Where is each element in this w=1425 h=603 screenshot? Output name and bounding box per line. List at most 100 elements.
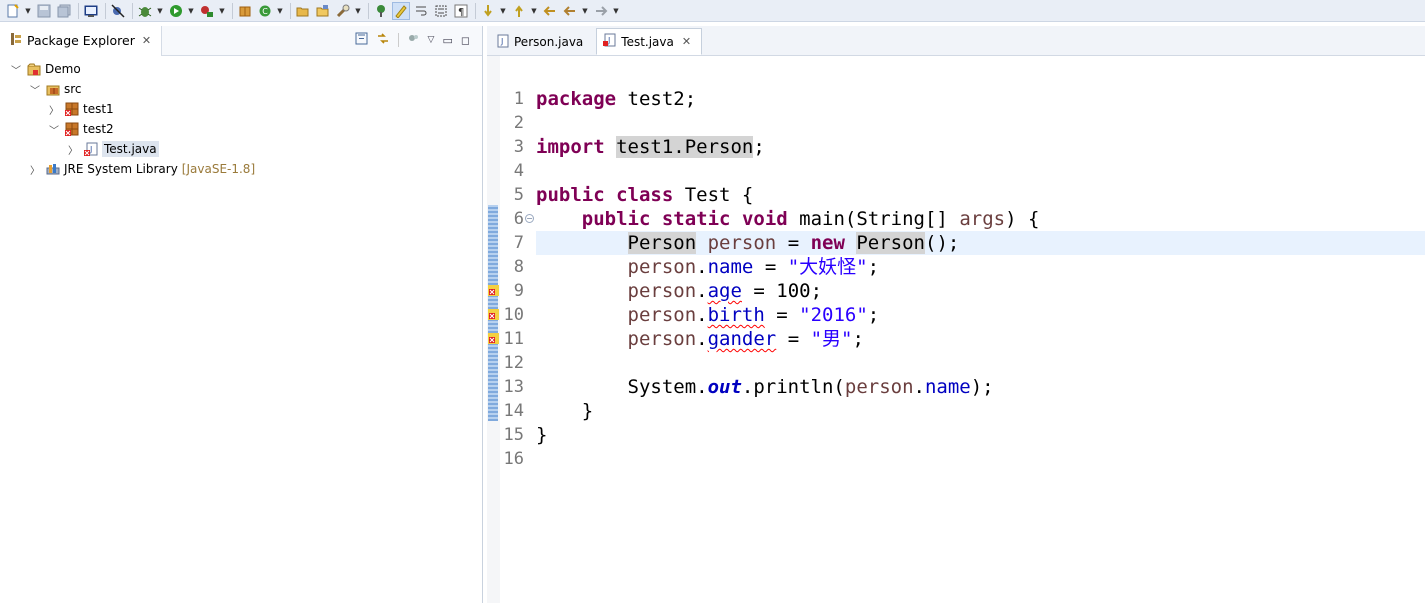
- close-icon[interactable]: ✕: [682, 35, 691, 48]
- terminal-icon[interactable]: [82, 2, 100, 20]
- search-icon[interactable]: [334, 2, 352, 20]
- code-token: .: [696, 328, 708, 350]
- run-icon[interactable]: [167, 2, 185, 20]
- code-line[interactable]: [536, 447, 1425, 471]
- code-line[interactable]: public static void main(String[] args) {: [536, 207, 1425, 231]
- code-token: public: [581, 208, 651, 230]
- line-number: 4: [513, 161, 524, 181]
- code-line[interactable]: person.gander = "男";: [536, 327, 1425, 351]
- collapse-all-icon[interactable]: [355, 32, 368, 48]
- dropdown-arrow-icon[interactable]: ▼: [530, 2, 538, 20]
- code-token: ;: [753, 136, 765, 158]
- tab-label: Test.java: [621, 34, 674, 49]
- word-wrap-icon[interactable]: [412, 2, 430, 20]
- open-type-icon[interactable]: [294, 2, 312, 20]
- open-task-icon[interactable]: [314, 2, 332, 20]
- chevron-right-icon[interactable]: 〉: [48, 102, 60, 117]
- minimize-icon[interactable]: ▭: [442, 34, 452, 47]
- dropdown-arrow-icon[interactable]: ▼: [581, 2, 589, 20]
- chevron-down-icon[interactable]: ﹀: [48, 122, 60, 137]
- maximize-icon[interactable]: ◻: [461, 34, 470, 47]
- code-line[interactable]: person.age = 100;: [536, 279, 1425, 303]
- dropdown-arrow-icon[interactable]: ▼: [276, 2, 284, 20]
- code-line[interactable]: }: [536, 399, 1425, 423]
- mark-occurrences-icon[interactable]: [392, 1, 410, 20]
- chevron-down-icon[interactable]: ﹀: [10, 62, 22, 77]
- focus-icon[interactable]: [407, 32, 420, 48]
- tab-test-java[interactable]: J Test.java ✕: [596, 28, 703, 55]
- forward-icon[interactable]: [592, 2, 610, 20]
- next-annotation-icon[interactable]: [479, 2, 497, 20]
- code-line[interactable]: package test2;: [536, 87, 1425, 111]
- previous-annotation-icon[interactable]: [510, 2, 528, 20]
- save-all-icon[interactable]: [55, 2, 73, 20]
- main-toolbar: ▼ ▼ ▼ ▼ C ▼ ▼ ¶ ▼ ▼ ▼ ▼: [0, 0, 1425, 22]
- code-line[interactable]: public class Test {: [536, 183, 1425, 207]
- code-line[interactable]: [536, 159, 1425, 183]
- code-line[interactable]: }: [536, 423, 1425, 447]
- tree-item[interactable]: ﹀ src: [0, 79, 482, 99]
- dropdown-arrow-icon[interactable]: ▼: [354, 2, 362, 20]
- line-number: 16: [503, 449, 524, 469]
- code-token: name: [924, 376, 971, 398]
- code-token: Person: [627, 232, 697, 254]
- last-edit-location-icon[interactable]: [541, 2, 559, 20]
- code-line[interactable]: import test1.Person;: [536, 135, 1425, 159]
- code-token: "2016": [799, 304, 868, 326]
- link-with-editor-icon[interactable]: [376, 32, 390, 48]
- error-quickfix-icon[interactable]: [488, 285, 499, 296]
- code-text[interactable]: package test2; import test1.Person; public…: [536, 56, 1425, 603]
- new-class-icon[interactable]: C: [256, 2, 274, 20]
- code-token: person: [844, 376, 914, 398]
- external-tools-icon[interactable]: [198, 2, 216, 20]
- toolbar-separator: [475, 2, 476, 19]
- code-token: .: [696, 304, 708, 326]
- tree-item[interactable]: ﹀ test2: [0, 119, 482, 139]
- code-editor[interactable]: 1 2 3 4 5 6 7 8 9 10 11 12 13 14 15 16− package test2; i…: [487, 56, 1425, 603]
- code-line[interactable]: person.name = "大妖怪";: [536, 255, 1425, 279]
- block-selection-icon[interactable]: [432, 2, 450, 20]
- tree-item[interactable]: ﹀ Demo: [0, 59, 482, 79]
- debug-icon[interactable]: [136, 2, 154, 20]
- dropdown-arrow-icon[interactable]: ▼: [218, 2, 226, 20]
- close-icon[interactable]: ✕: [142, 34, 151, 47]
- error-quickfix-icon[interactable]: [488, 333, 499, 344]
- tree-item[interactable]: 〉 test1: [0, 99, 482, 119]
- chevron-down-icon[interactable]: ﹀: [29, 82, 41, 97]
- code-line[interactable]: person.birth = "2016";: [536, 303, 1425, 327]
- code-token: person: [627, 280, 697, 302]
- tab-person-java[interactable]: J Person.java: [489, 29, 594, 55]
- line-number-ruler: 1 2 3 4 5 6 7 8 9 10 11 12 13 14 15 16−: [500, 56, 535, 603]
- code-line[interactable]: System.out.println(person.name);: [536, 375, 1425, 399]
- dropdown-arrow-icon[interactable]: ▼: [612, 2, 620, 20]
- code-token: out: [707, 376, 742, 398]
- error-quickfix-icon[interactable]: [488, 309, 499, 320]
- dropdown-arrow-icon[interactable]: ▼: [499, 2, 507, 20]
- tree-item-label: JRE System Library: [64, 162, 178, 176]
- code-token: .: [696, 256, 708, 278]
- skip-breakpoints-icon[interactable]: [109, 2, 127, 20]
- new-package-icon[interactable]: [236, 2, 254, 20]
- show-whitespace-icon[interactable]: ¶: [452, 2, 470, 20]
- save-icon[interactable]: [35, 2, 53, 20]
- chevron-right-icon[interactable]: 〉: [67, 142, 79, 157]
- dropdown-arrow-icon[interactable]: ▼: [156, 2, 164, 20]
- tree-item[interactable]: 〉 JRE System Library [JavaSE-1.8]: [0, 159, 482, 179]
- dropdown-arrow-icon[interactable]: ▼: [187, 2, 195, 20]
- chevron-right-icon[interactable]: 〉: [29, 162, 41, 177]
- toggle-breadcrumb-icon[interactable]: [372, 2, 390, 20]
- view-menu-icon[interactable]: ▽: [428, 35, 435, 45]
- code-line[interactable]: Person person = new Person();: [536, 231, 1425, 255]
- code-token: =: [776, 328, 811, 350]
- fold-collapse-icon[interactable]: −: [525, 214, 534, 223]
- back-icon[interactable]: [561, 2, 579, 20]
- code-token: .: [913, 376, 925, 398]
- tab-package-explorer[interactable]: Package Explorer ✕: [0, 25, 163, 56]
- code-token: ();: [925, 232, 960, 254]
- new-icon[interactable]: [4, 2, 22, 20]
- tree-item[interactable]: 〉 J Test.java: [0, 139, 482, 159]
- dropdown-arrow-icon[interactable]: ▼: [24, 2, 32, 20]
- code-line[interactable]: [536, 351, 1425, 375]
- line-number: 2: [513, 113, 524, 133]
- code-line[interactable]: [536, 111, 1425, 135]
